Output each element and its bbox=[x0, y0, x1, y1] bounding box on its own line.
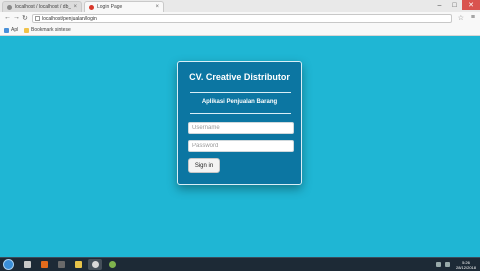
back-button[interactable]: ← bbox=[4, 14, 11, 21]
system-tray: 5:26 28/12/2018 bbox=[435, 259, 476, 270]
bookmark-label: Apl bbox=[11, 27, 19, 33]
taskbar-folder-icon[interactable] bbox=[71, 259, 85, 270]
bookmark-apps[interactable]: Apl bbox=[4, 27, 18, 33]
url-input[interactable]: localhost/penjualan/login bbox=[32, 14, 452, 23]
minimize-button[interactable]: – bbox=[432, 0, 447, 10]
divider bbox=[190, 92, 291, 93]
divider bbox=[190, 113, 291, 114]
browser-menu-icon[interactable]: ≡ bbox=[471, 14, 475, 21]
tab-login-page[interactable]: Login Page × bbox=[84, 1, 164, 12]
bookmarks-bar: Apl Bookmark sintese bbox=[0, 25, 480, 36]
username-input[interactable] bbox=[188, 122, 294, 134]
taskbar-chrome-icon[interactable] bbox=[88, 259, 102, 270]
network-icon[interactable] bbox=[435, 262, 441, 267]
apps-icon bbox=[4, 27, 9, 33]
site-favicon-icon bbox=[7, 4, 12, 10]
bookmark-star-icon[interactable]: ☆ bbox=[458, 14, 464, 22]
clock[interactable]: 5:26 28/12/2018 bbox=[456, 260, 476, 270]
company-title: CV. Creative Distributor bbox=[189, 72, 290, 82]
taskbar-explorer-icon[interactable] bbox=[20, 259, 34, 270]
taskbar-xampp-icon[interactable] bbox=[37, 259, 51, 270]
tab-phpmyadmin[interactable]: localhost / localhost / db_pe... × bbox=[2, 1, 82, 12]
taskbar-app-icon[interactable] bbox=[105, 259, 119, 270]
maximize-button[interactable]: □ bbox=[447, 0, 462, 10]
tab-label: Login Page bbox=[97, 4, 123, 10]
page-icon bbox=[35, 16, 40, 21]
app-subtitle: Aplikasi Penjualan Barang bbox=[201, 99, 278, 105]
bookmark-folder[interactable]: Bookmark sintese bbox=[24, 27, 71, 33]
folder-icon bbox=[24, 27, 29, 33]
tab-label: localhost / localhost / db_pe... bbox=[15, 4, 72, 10]
window-controls: – □ ✕ bbox=[432, 0, 480, 10]
password-input[interactable] bbox=[188, 140, 294, 152]
start-button[interactable] bbox=[3, 259, 14, 270]
forward-button[interactable]: → bbox=[13, 14, 20, 21]
bookmark-label: Bookmark sintese bbox=[31, 27, 71, 33]
close-tab-icon[interactable]: × bbox=[73, 4, 77, 10]
clock-date: 28/12/2018 bbox=[455, 264, 476, 270]
close-tab-icon[interactable]: × bbox=[155, 4, 159, 10]
browser-window-chrome: localhost / localhost / db_pe... × Login… bbox=[0, 0, 480, 36]
close-window-button[interactable]: ✕ bbox=[462, 0, 480, 10]
url-text: localhost/penjualan/login bbox=[42, 16, 97, 22]
site-favicon-icon bbox=[89, 4, 94, 10]
login-card: CV. Creative Distributor Aplikasi Penjua… bbox=[177, 61, 302, 185]
taskbar-media-icon[interactable] bbox=[54, 259, 68, 270]
taskbar: 5:26 28/12/2018 bbox=[0, 257, 480, 271]
address-bar-row: ← → ↻ localhost/penjualan/login ☆ ≡ bbox=[0, 12, 480, 26]
tab-strip: localhost / localhost / db_pe... × Login… bbox=[0, 0, 480, 12]
sign-in-button[interactable]: Sign in bbox=[188, 158, 220, 173]
volume-icon[interactable] bbox=[444, 262, 450, 267]
reload-button[interactable]: ↻ bbox=[22, 14, 28, 22]
